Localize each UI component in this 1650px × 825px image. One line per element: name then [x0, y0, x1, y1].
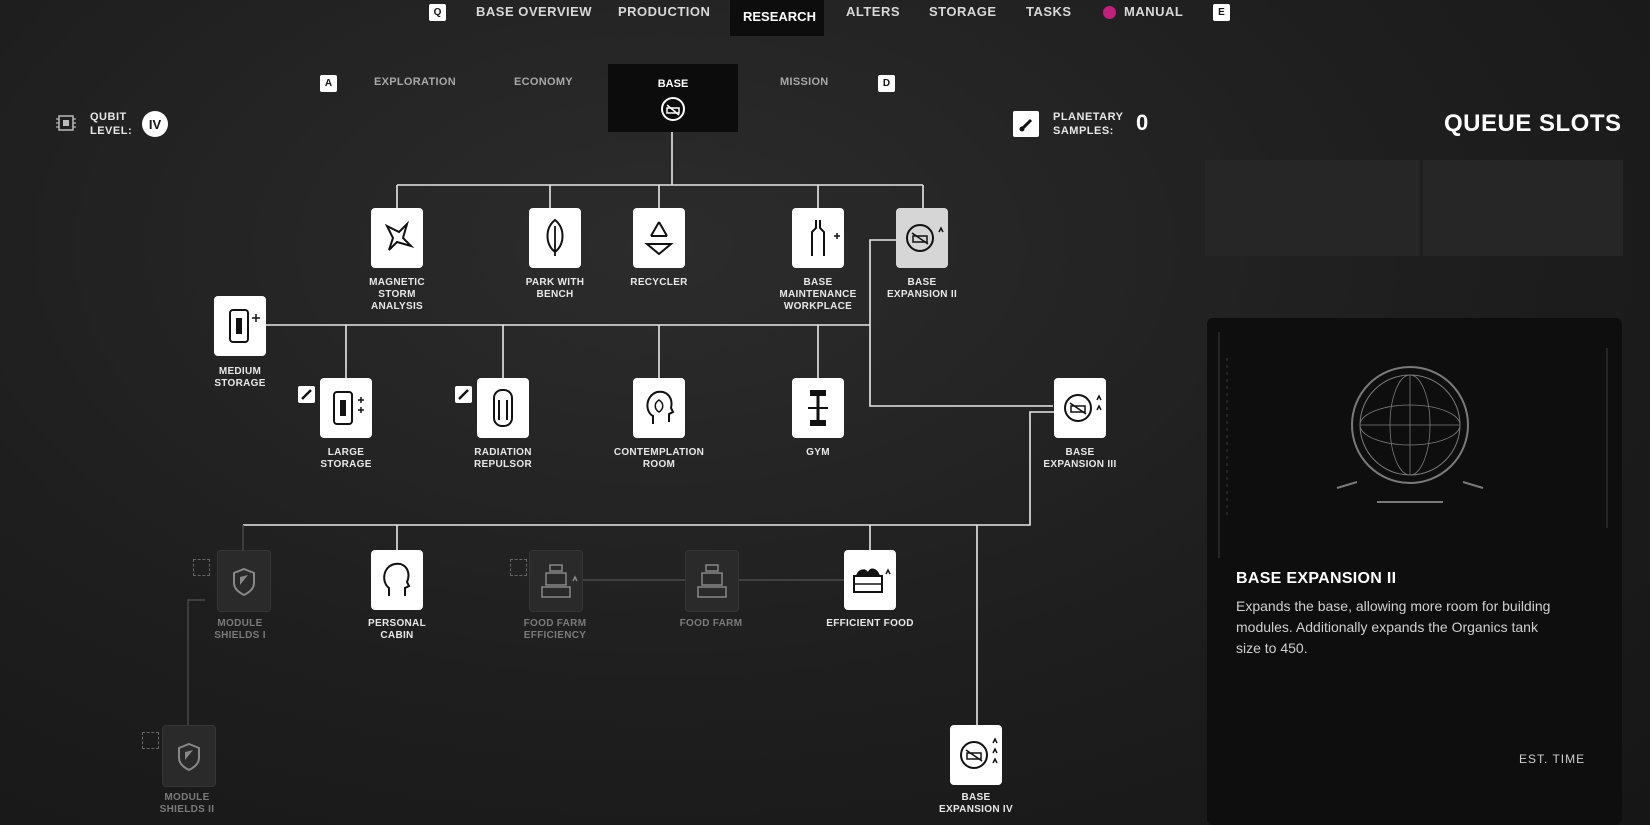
node-recycler-label: RECYCLER: [630, 277, 688, 288]
node-module-shields-2[interactable]: [162, 725, 216, 787]
node-radiation-repulsor[interactable]: [477, 378, 529, 438]
node-food-farm-label: FOOD FARM: [679, 618, 743, 629]
storage-tank-icon: [333, 391, 364, 425]
detail-title: BASE EXPANSION II: [1236, 570, 1397, 587]
head-leaf-icon: [646, 390, 675, 424]
node-base-expansion-2-label: BASE EXPANSION II: [886, 277, 958, 300]
detail-description: Expands the base, allowing more room for…: [1236, 598, 1551, 656]
capsule-icon: [493, 389, 513, 427]
research-detail-panel: BASE EXPANSION II Expands the base, allo…: [1207, 318, 1622, 825]
locked-slot-icon: [510, 559, 527, 576]
base-dome-icon: [906, 224, 944, 252]
shield-icon: [178, 742, 200, 772]
node-base-maintenance-workplace[interactable]: [792, 208, 844, 268]
node-large-storage[interactable]: [320, 378, 372, 438]
node-medium-storage-label: MEDIUM STORAGE: [214, 366, 266, 389]
node-base-expansion-2[interactable]: [896, 208, 948, 268]
node-magnetic-storm-analysis-label: MAGNETIC STORM ANALYSIS: [369, 277, 425, 312]
wrench-icon: [811, 220, 840, 256]
node-gym[interactable]: [792, 378, 844, 438]
sample-required-icon: [455, 386, 472, 403]
node-module-shields-2-label: MODULE SHIELDS II: [159, 792, 215, 815]
node-recycler[interactable]: [633, 208, 685, 268]
base-dome-icon: [1064, 394, 1102, 422]
person-head-icon: [383, 562, 411, 596]
node-efficient-food-label: EFFICIENT FOOD: [826, 618, 914, 629]
recycle-icon: [644, 221, 674, 256]
node-medium-storage[interactable]: [214, 296, 266, 356]
node-park-with-bench[interactable]: [529, 208, 581, 268]
node-radiation-repulsor-label: RADIATION REPULSOR: [474, 447, 532, 470]
shield-icon: [233, 567, 255, 597]
node-personal-cabin[interactable]: [371, 550, 423, 610]
node-magnetic-storm-analysis[interactable]: [371, 208, 423, 268]
node-food-farm[interactable]: [685, 550, 739, 612]
node-personal-cabin-label: PERSONAL CABIN: [368, 618, 426, 641]
node-base-expansion-3[interactable]: [1054, 378, 1106, 438]
node-efficient-food[interactable]: [844, 550, 896, 610]
locked-slot-icon: [193, 559, 210, 576]
node-contemplation-room-label: CONTEMPLATION ROOM: [613, 447, 705, 470]
node-food-farm-efficiency-label: FOOD FARM EFFICIENCY: [523, 618, 587, 641]
node-food-farm-efficiency[interactable]: [529, 550, 583, 612]
food-farm-icon: [541, 564, 578, 598]
crate-icon: [853, 568, 891, 593]
base-dome-icon: [960, 737, 998, 769]
node-base-expansion-3-label: BASE EXPANSION III: [1043, 447, 1117, 470]
dumbbell-icon: [808, 390, 828, 426]
sample-required-icon: [298, 386, 315, 403]
node-module-shields-1[interactable]: [217, 550, 271, 612]
node-contemplation-room[interactable]: [633, 378, 685, 438]
node-base-maintenance-workplace-label: BASE MAINTENANCE WORKPLACE: [779, 277, 857, 312]
node-base-expansion-4[interactable]: [950, 725, 1002, 785]
node-park-with-bench-label: PARK WITH BENCH: [525, 277, 585, 300]
node-module-shields-1-label: MODULE SHIELDS I: [214, 618, 266, 641]
node-base-expansion-4-label: BASE EXPANSION IV: [939, 792, 1013, 815]
leaf-icon: [546, 218, 564, 256]
lightning-star-icon: [384, 220, 415, 251]
node-gym-label: GYM: [806, 447, 830, 458]
node-large-storage-label: LARGE STORAGE: [320, 447, 372, 470]
detail-est-time-label: EST. TIME: [1519, 752, 1586, 766]
locked-slot-icon: [142, 732, 159, 749]
storage-tank-icon: [229, 309, 260, 343]
food-farm-icon: [697, 564, 727, 598]
